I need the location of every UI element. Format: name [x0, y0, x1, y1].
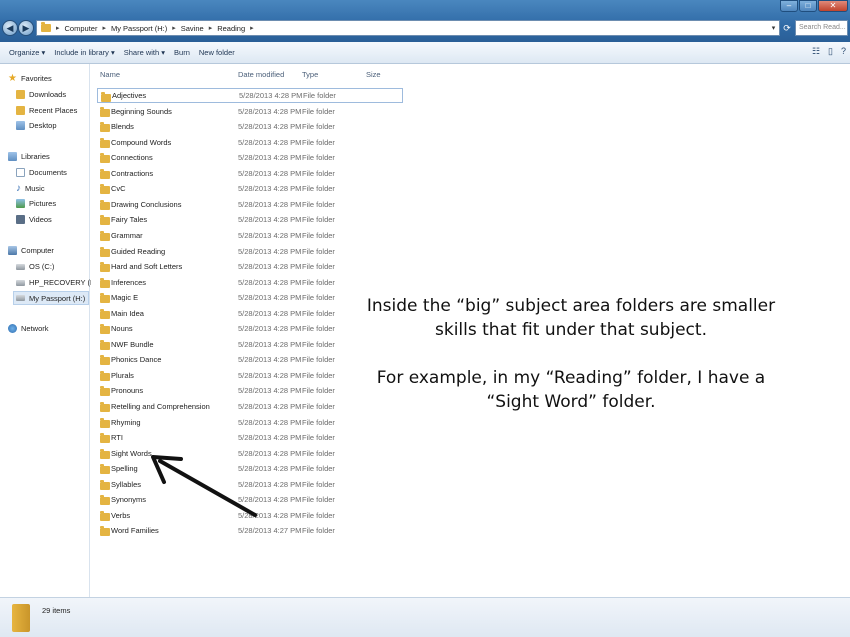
- folder-icon: [12, 604, 30, 632]
- status-bar: 29 items: [0, 597, 850, 637]
- arrow-graphic: [151, 455, 257, 517]
- arrow-shaft: [158, 459, 257, 517]
- item-count: 29 items: [42, 606, 71, 615]
